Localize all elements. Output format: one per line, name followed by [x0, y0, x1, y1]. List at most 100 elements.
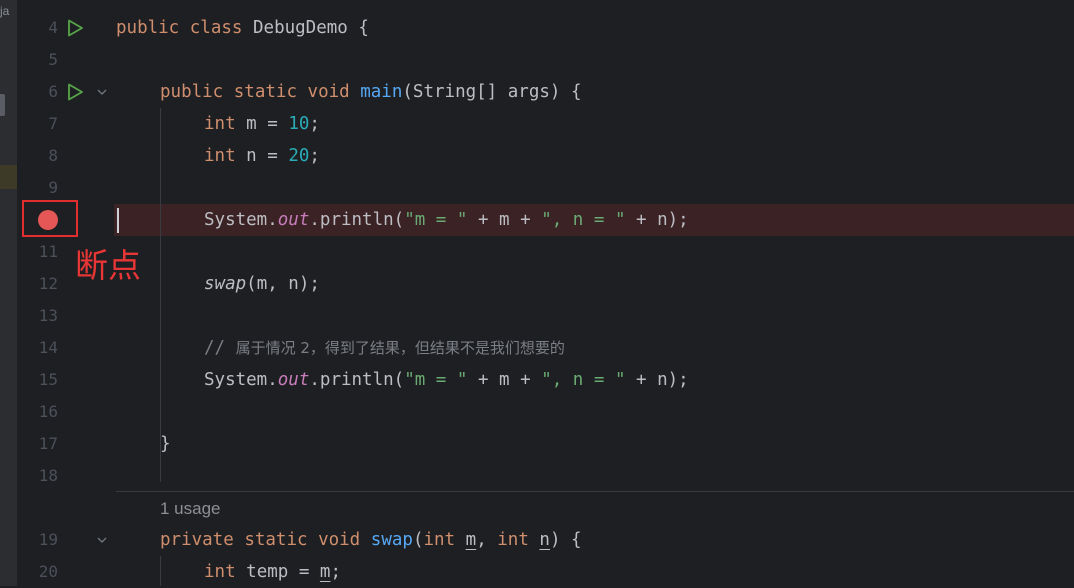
- selection-marker: [0, 165, 17, 189]
- gutter-row: 18: [18, 460, 114, 492]
- code-line-8: int n = 20;: [204, 140, 320, 172]
- keyword: public: [116, 18, 180, 38]
- params: (String[] args) {: [402, 82, 582, 102]
- semicolon: ;: [309, 146, 320, 166]
- number-literal: 10: [288, 114, 310, 134]
- line-number: 13: [38, 306, 58, 325]
- keyword: private: [160, 530, 234, 550]
- scrollbar-thumb[interactable]: [0, 94, 5, 116]
- keyword: static: [233, 82, 297, 102]
- line-number: 17: [38, 434, 58, 453]
- method-call: swap: [204, 274, 247, 294]
- gutter-row: 8: [18, 140, 114, 172]
- expression: + n);: [625, 370, 689, 390]
- usage-hint[interactable]: 1 usage: [160, 495, 221, 523]
- keyword: int: [497, 530, 529, 550]
- line-number: 18: [38, 466, 58, 485]
- comment-text: 属于情况 2，得到了结果，但结果不是我们想要的: [235, 339, 565, 357]
- run-triangle-icon[interactable]: [66, 19, 84, 37]
- gutter-row: 14: [18, 332, 114, 364]
- line-number: 12: [38, 274, 58, 293]
- gutter-row: 15: [18, 364, 114, 396]
- method-call: .println(: [309, 370, 405, 390]
- gutter-row: 20: [18, 556, 114, 588]
- code-line-15: System.out.println("m = " + m + ", n = "…: [204, 364, 689, 396]
- method-separator: [116, 491, 1074, 492]
- keyword: class: [189, 18, 243, 38]
- keyword: int: [423, 530, 456, 550]
- keyword: static: [244, 530, 308, 550]
- keyword: void: [318, 530, 361, 550]
- code-line-17: }: [160, 428, 171, 460]
- string-literal: "m = ": [404, 370, 468, 390]
- class-ref: System.: [204, 210, 278, 230]
- line-number: 16: [38, 402, 58, 421]
- line-number: 20: [38, 562, 58, 581]
- declaration: temp =: [246, 562, 320, 582]
- code-line-6: public static void main(String[] args) {: [160, 76, 582, 108]
- code-line-4: public class DebugDemo {: [116, 12, 369, 44]
- line-number: 4: [48, 18, 58, 37]
- code-line-12: swap(m, n);: [204, 268, 320, 300]
- paren: (: [412, 530, 424, 550]
- chevron-down-icon[interactable]: [96, 534, 108, 546]
- comment-prefix: //: [204, 338, 236, 358]
- run-triangle-icon[interactable]: [66, 83, 84, 101]
- declaration: n =: [246, 146, 289, 166]
- keyword: int: [204, 146, 236, 166]
- code-editor[interactable]: public class DebugDemo { public static v…: [114, 0, 1074, 586]
- code-line-19: private static void swap(int m, int n) {: [160, 524, 582, 556]
- gutter-row: 17: [18, 428, 114, 460]
- gutter-row: 7: [18, 108, 114, 140]
- keyword: int: [204, 562, 236, 582]
- semicolon: ;: [330, 562, 342, 582]
- declaration: m =: [246, 114, 289, 134]
- code-line-14: // 属于情况 2，得到了结果，但结果不是我们想要的: [204, 332, 565, 364]
- chevron-down-icon[interactable]: [96, 86, 108, 98]
- editor-gutter[interactable]: 4 5 6 7 8 9 11 12 13 14 15 16 17 18 19 2…: [18, 0, 114, 586]
- project-tool-strip: ja: [0, 0, 18, 586]
- gutter-row: 6: [18, 76, 114, 108]
- static-field: out: [277, 370, 310, 390]
- method-call: .println(: [309, 210, 405, 230]
- text-caret: [117, 208, 119, 233]
- gutter-row: 4: [18, 12, 114, 44]
- file-tab-label[interactable]: ja: [0, 4, 9, 18]
- arguments: (m, n);: [246, 274, 320, 294]
- line-number: 14: [38, 338, 58, 357]
- line-number: 15: [38, 370, 58, 389]
- keyword: int: [204, 114, 236, 134]
- breakpoint-callout-box: [22, 200, 78, 237]
- code-line-7: int m = 10;: [204, 108, 320, 140]
- indent-guide: [160, 108, 161, 482]
- keyword: public: [160, 82, 224, 102]
- code-line-20: int temp = m;: [204, 556, 341, 588]
- code-line-10: System.out.println("m = " + m + ", n = "…: [204, 204, 689, 236]
- param-ref: m: [319, 562, 331, 582]
- brace: {: [358, 18, 369, 38]
- method-name: main: [360, 82, 403, 102]
- gutter-row: 16: [18, 396, 114, 428]
- keyword: void: [307, 82, 350, 102]
- gutter-row: 5: [18, 44, 114, 76]
- line-number: 6: [48, 82, 58, 101]
- class-ref: System.: [204, 370, 278, 390]
- method-name: swap: [370, 530, 413, 550]
- line-number: 5: [48, 50, 58, 69]
- semicolon: ;: [309, 114, 320, 134]
- line-number: 19: [38, 530, 58, 549]
- paren: ) {: [549, 530, 582, 550]
- comma: ,: [476, 530, 498, 550]
- indent-guide: [160, 556, 161, 586]
- string-literal: ", n = ": [541, 370, 626, 390]
- string-literal: "m = ": [404, 210, 468, 230]
- class-name: DebugDemo: [253, 18, 348, 38]
- line-number: 8: [48, 146, 58, 165]
- number-literal: 20: [288, 146, 310, 166]
- brace: }: [160, 434, 171, 454]
- param: m: [465, 530, 477, 550]
- expression: + n);: [625, 210, 689, 230]
- expression: + m +: [467, 370, 542, 390]
- static-field: out: [277, 210, 310, 230]
- line-number: 11: [38, 242, 58, 261]
